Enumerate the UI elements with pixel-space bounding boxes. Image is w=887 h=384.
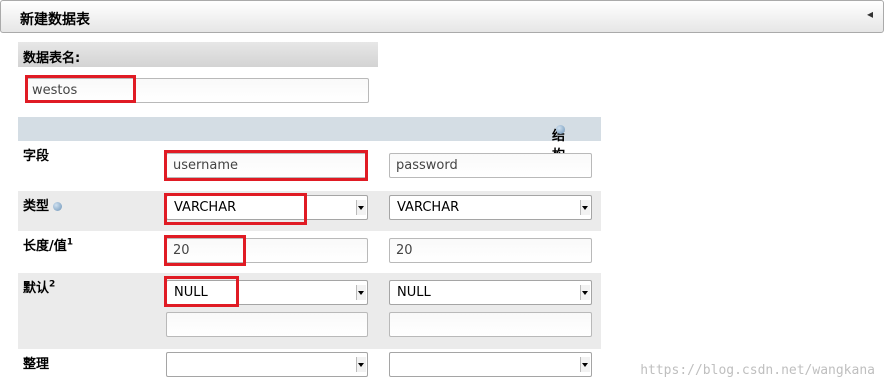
row-label-length-sup: 1 [66,237,74,248]
row-label-default-sup: 2 [49,279,56,290]
row-label-collation: 整理 [23,357,50,372]
row-label-length: 长度/值 [23,239,67,254]
panel-header: 新建数据表 ◂ [0,0,884,33]
collation-select-2[interactable] [389,352,592,377]
collation-select-1[interactable] [166,352,368,377]
highlight-box [164,193,307,225]
table-name-label: 数据表名: [23,51,81,66]
row-label-type: 类型 [23,199,50,214]
row-collation: 整理 [18,349,155,384]
highlight-box [164,276,239,307]
default-value-input-2[interactable] [389,312,592,337]
type-help-icon[interactable] [53,202,63,211]
type-select-2-value: VARCHAR [397,200,460,215]
highlight-box [25,75,136,103]
row-label-default: 默认 [23,281,50,296]
row-type: 类型 [18,191,155,231]
row-length: 长度/值1 [18,231,155,273]
row-label-field: 字段 [23,149,50,164]
panel-title: 新建数据表 [20,12,90,28]
help-icon[interactable] [556,125,565,134]
chevron-down-icon [580,285,590,300]
field-input-2[interactable]: password [389,153,592,178]
chevron-down-icon [580,200,590,215]
structure-header: 结构 [18,117,601,163]
default-select-2[interactable]: NULL [389,280,592,305]
default-value-input-1[interactable] [166,312,368,337]
row-field: 字段 [18,141,155,191]
default-select-2-value: NULL [397,285,431,300]
row-default: 默认2 [18,273,155,349]
table-name-label-bar: 数据表名: [18,42,378,67]
highlight-box [164,150,368,181]
chevron-down-icon [580,357,590,372]
watermark: https://blog.csdn.net/wangkana [640,363,875,378]
type-select-2[interactable]: VARCHAR [389,195,592,220]
highlight-box [164,235,246,266]
length-input-2[interactable]: 20 [389,238,592,263]
chevron-down-icon [356,200,366,215]
collapse-icon[interactable]: ◂ [867,8,877,20]
chevron-down-icon [356,285,366,300]
chevron-down-icon [356,357,366,372]
